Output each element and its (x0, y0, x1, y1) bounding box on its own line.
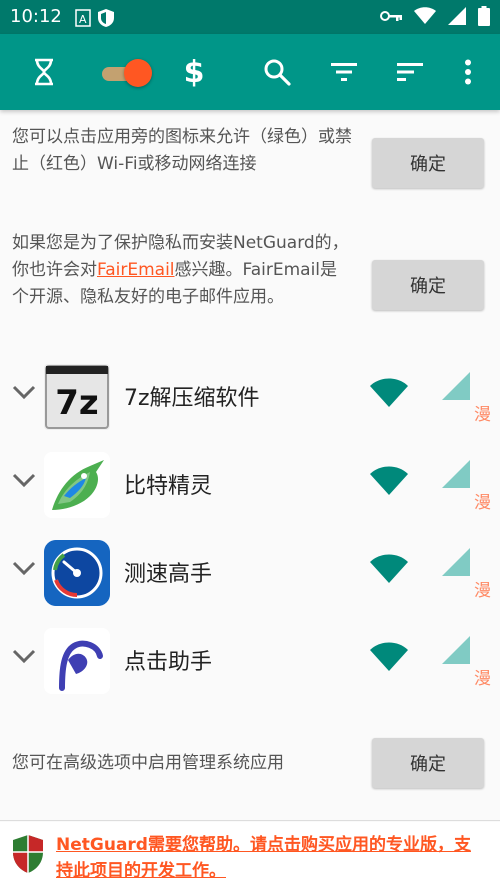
sort-button[interactable] (390, 52, 430, 92)
fairemail-link[interactable]: FairEmail (97, 260, 175, 280)
support-banner[interactable]: NetGuard需要您帮助。请点击购买应用的专业版，支持此项目的开发工作。 (0, 822, 500, 888)
status-right-icons (380, 6, 490, 26)
mobile-data-allowed-icon[interactable] (442, 460, 470, 488)
hourglass-button[interactable] (24, 52, 64, 92)
status-time: 10:12 (10, 6, 62, 27)
app-row[interactable]: 测速高手 漫 (0, 528, 500, 616)
sort-icon (397, 63, 423, 81)
wifi-icon (414, 7, 436, 24)
roaming-label[interactable]: 漫 (474, 576, 491, 601)
app-row[interactable]: 7z 7z解压缩软件 漫 (0, 352, 500, 440)
support-link[interactable]: NetGuard需要您帮助。请点击购买应用的专业版，支持此项目的开发工作。 (56, 832, 486, 884)
pro-button[interactable]: $ (174, 52, 214, 92)
fairemail-ok-button[interactable]: 确定 (372, 260, 484, 310)
more-options-button[interactable] (448, 52, 488, 92)
access-hint-notice: 您可以点击应用旁的图标来允许（绿色）或禁止（红色）Wi-Fi或移动网络连接 确定 (0, 110, 500, 222)
system-apps-ok-button[interactable]: 确定 (372, 738, 484, 788)
toolbar: $ (0, 34, 500, 110)
access-hint-text: 您可以点击应用旁的图标来允许（绿色）或禁止（红色）Wi-Fi或移动网络连接 (12, 127, 352, 174)
app-name: 7z解压缩软件 (124, 386, 260, 411)
svg-text:A: A (79, 13, 87, 26)
status-left-icons: A (74, 8, 124, 32)
search-icon (264, 59, 291, 86)
mobile-data-allowed-icon[interactable] (442, 548, 470, 576)
roaming-label[interactable]: 漫 (474, 488, 491, 513)
system-apps-text: 您可在高级选项中启用管理系统应用 (12, 753, 284, 773)
wifi-allowed-icon[interactable] (370, 554, 408, 584)
app-name: 测速高手 (124, 562, 213, 587)
bitcomet-icon (44, 452, 110, 518)
system-apps-notice: 您可在高级选项中启用管理系统应用 确定 (0, 726, 500, 806)
fairemail-text: 如果您是为了保护隐私而安装NetGuard的，你也许会对FairEmail感兴趣… (12, 230, 352, 311)
roaming-label[interactable]: 漫 (474, 400, 491, 425)
hourglass-icon (35, 58, 53, 86)
filter-button[interactable] (324, 52, 364, 92)
switch-thumb (124, 59, 152, 87)
7z-icon-label: 7z (55, 383, 98, 423)
dollar-icon: $ (183, 54, 205, 90)
battery-icon (478, 6, 490, 26)
app-name: 点击助手 (124, 650, 213, 675)
chevron-down-icon[interactable] (12, 648, 36, 664)
chevron-down-icon[interactable] (12, 472, 36, 488)
search-button[interactable] (257, 52, 297, 92)
mobile-data-allowed-icon[interactable] (442, 372, 470, 400)
status-bar: 10:12 A (0, 0, 500, 34)
wifi-allowed-icon[interactable] (370, 642, 408, 672)
filter-icon (331, 63, 357, 81)
filter-toggle-switch[interactable] (102, 58, 152, 88)
app-row[interactable]: 点击助手 漫 (0, 616, 500, 704)
netguard-shield-icon (13, 835, 43, 873)
divider (0, 820, 500, 821)
app-name: 比特精灵 (124, 474, 213, 499)
chevron-down-icon[interactable] (12, 384, 36, 400)
wifi-allowed-icon[interactable] (370, 466, 408, 496)
app-row[interactable]: 比特精灵 漫 (0, 440, 500, 528)
wifi-allowed-icon[interactable] (370, 378, 408, 408)
signal-icon (448, 7, 466, 25)
vpn-key-icon (380, 11, 402, 21)
roaming-label[interactable]: 漫 (474, 664, 491, 689)
fairemail-notice: 如果您是为了保护隐私而安装NetGuard的，你也许会对FairEmail感兴趣… (0, 222, 500, 352)
7z-icon: 7z (44, 364, 110, 430)
speedometer-icon (44, 540, 110, 606)
clicker-icon (44, 628, 110, 694)
chevron-down-icon[interactable] (12, 560, 36, 576)
shield-icon (98, 9, 114, 27)
text-a-icon: A (75, 9, 91, 27)
mobile-data-allowed-icon[interactable] (442, 636, 470, 664)
more-vert-icon (465, 59, 471, 85)
access-hint-ok-button[interactable]: 确定 (372, 138, 484, 188)
